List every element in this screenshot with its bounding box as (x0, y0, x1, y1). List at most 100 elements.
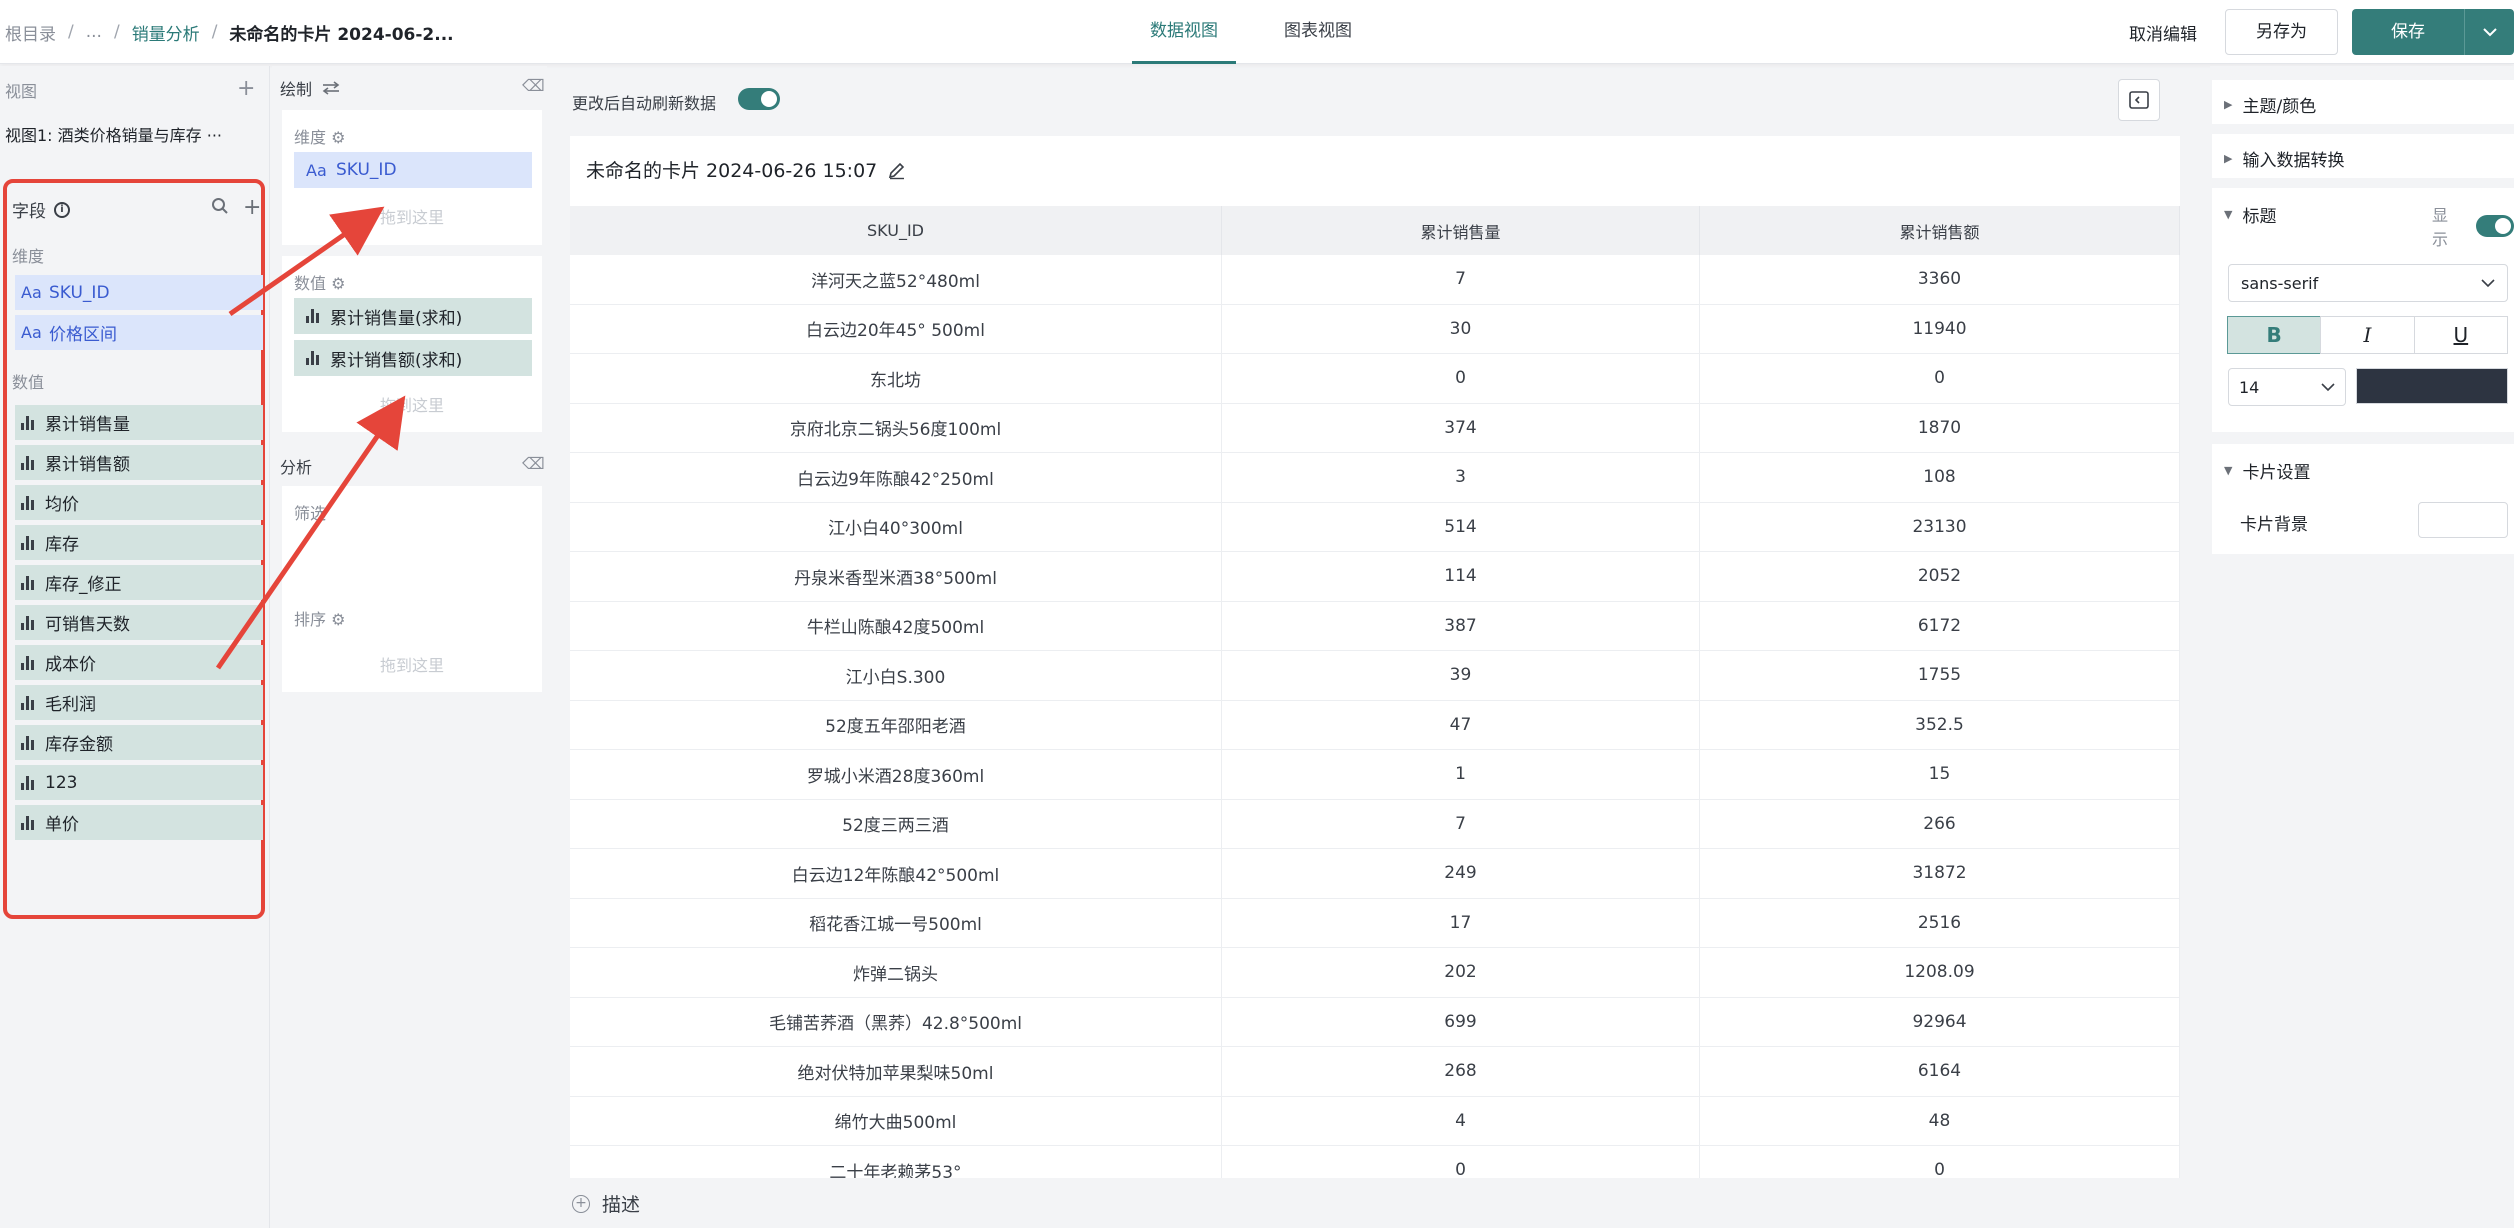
add-view-icon[interactable]: + (237, 78, 255, 100)
data-transform-header[interactable]: ▶ 输入数据转换 (2224, 146, 2344, 171)
field-measure[interactable]: 库存 (15, 525, 263, 560)
table-row[interactable]: 绝对伏特加苹果梨味50ml 268 6164 (570, 1047, 2180, 1097)
dimension-slot-label: 维度 ⚙ (294, 128, 346, 147)
column-header[interactable]: 累计销售额 (1700, 206, 2180, 255)
field-label: 123 (45, 772, 78, 793)
column-header[interactable]: SKU_ID (570, 206, 1222, 255)
add-field-icon[interactable]: + (243, 195, 261, 220)
table-cell: 0 (1222, 1146, 1700, 1178)
table-row[interactable]: 罗城小米酒28度360ml 1 15 (570, 750, 2180, 800)
bold-button[interactable]: B (2227, 316, 2322, 354)
drop-hint: 拖到这里 (379, 656, 444, 675)
table-row[interactable]: 丹泉米香型米酒38°500ml 114 2052 (570, 552, 2180, 602)
tab-data-view[interactable]: 数据视图 (1132, 0, 1236, 64)
underline-button[interactable]: U (2413, 316, 2508, 354)
field-label: 累计销售额 (45, 455, 130, 475)
auto-refresh-label: 更改后自动刷新数据 (572, 94, 717, 113)
field-measure[interactable]: 成本价 (15, 645, 263, 680)
table-row[interactable]: 绵竹大曲500ml 4 48 (570, 1096, 2180, 1146)
show-title-control: 显示 (2432, 202, 2514, 250)
save-button[interactable]: 保存 (2352, 9, 2464, 55)
field-measure[interactable]: 库存金额 (15, 725, 263, 760)
font-family-value: sans-serif (2241, 273, 2319, 293)
card-background-picker[interactable] (2418, 502, 2508, 538)
field-measure[interactable]: 可销售天数 (15, 605, 263, 640)
table-cell: 48 (1700, 1096, 2180, 1145)
table-row[interactable]: 东北坊 0 0 (570, 354, 2180, 404)
font-size-select[interactable]: 14 (2228, 368, 2346, 406)
table-row[interactable]: 二十年老赖茅53° 0 0 (570, 1146, 2180, 1178)
save-dropdown-button[interactable] (2464, 9, 2514, 55)
save-as-button[interactable]: 另存为 (2225, 9, 2338, 55)
card-settings-section: ▼ 卡片设置 卡片背景 (2212, 444, 2514, 554)
field-sku-id[interactable]: Aa SKU_ID (15, 275, 263, 310)
breadcrumb-folder[interactable]: 销量分析 (132, 20, 200, 45)
table-row[interactable]: 江小白40°300ml 514 23130 (570, 502, 2180, 552)
card-settings-header[interactable]: ▼ 卡片设置 (2224, 458, 2310, 483)
bar-chart-icon (21, 615, 35, 630)
sort-slot[interactable]: 排序 ⚙ 拖到这里 (282, 592, 542, 692)
search-icon[interactable] (211, 197, 229, 215)
field-measure[interactable]: 库存_修正 (15, 565, 263, 600)
theme-color-header[interactable]: ▶ 主题/颜色 (2224, 92, 2316, 117)
describe-button[interactable]: + 描述 (572, 1190, 640, 1217)
clear-draw-icon[interactable]: ⌫ (522, 76, 545, 95)
edit-icon[interactable] (887, 160, 907, 180)
title-header[interactable]: ▼ 标题 (2224, 202, 2276, 227)
gear-icon[interactable]: ⚙ (331, 128, 345, 147)
tab-chart-view[interactable]: 图表视图 (1266, 0, 1370, 64)
table-row[interactable]: 牛栏山陈酿42度500ml 387 6172 (570, 601, 2180, 651)
italic-button[interactable]: I (2320, 316, 2415, 354)
table-row[interactable]: 稻花香江城一号500ml 17 2516 (570, 898, 2180, 948)
table-row[interactable]: 白云边9年陈酿42°250ml 3 108 (570, 453, 2180, 503)
table-row[interactable]: 白云边12年陈酿42°500ml 249 31872 (570, 849, 2180, 899)
chip-sku-id[interactable]: Aa SKU_ID (294, 152, 532, 188)
data-card: 未命名的卡片 2024-06-26 15:07 SKU_ID 累计销售量 累计销… (570, 136, 2180, 1178)
title-color-picker[interactable] (2356, 368, 2508, 404)
top-bar: 根目录 / ... / 销量分析 / 未命名的卡片 2024-06-2... 数… (0, 0, 2514, 64)
measure-slot[interactable]: 数值 ⚙ 累计销售量(求和) 累计销售额(求和) 拖到这里 (282, 256, 542, 432)
chevron-down-icon (2481, 278, 2495, 287)
table-row[interactable]: 炸弹二锅头 202 1208.09 (570, 948, 2180, 998)
table-cell: 7 (1222, 799, 1700, 848)
swap-icon[interactable] (322, 81, 340, 95)
field-measure[interactable]: 毛利润 (15, 685, 263, 720)
dimension-slot[interactable]: 维度 ⚙ Aa SKU_ID 拖到这里 (282, 110, 542, 245)
add-circle-icon: + (572, 1194, 590, 1213)
cancel-edit-button[interactable]: 取消编辑 (2129, 20, 2197, 45)
gear-icon[interactable]: ⚙ (331, 610, 345, 629)
collapse-panel-button[interactable] (2118, 79, 2160, 121)
table-cell: 4 (1222, 1096, 1700, 1145)
field-price-range[interactable]: Aa 价格区间 (15, 315, 263, 350)
table-row[interactable]: 52度三两三酒 7 266 (570, 799, 2180, 849)
table-cell: 699 (1222, 997, 1700, 1046)
field-label: 累计销售量 (45, 415, 130, 435)
field-measure[interactable]: 累计销售量 (15, 405, 263, 440)
table-row[interactable]: 洋河天之蓝52°480ml 7 3360 (570, 255, 2180, 305)
breadcrumb-root[interactable]: 根目录 (5, 20, 56, 45)
field-measure[interactable]: 123 (15, 765, 263, 800)
table-row[interactable]: 52度五年邵阳老酒 47 352.5 (570, 700, 2180, 750)
chip-measure[interactable]: 累计销售量(求和) (294, 298, 532, 334)
field-measure[interactable]: 单价 (15, 805, 263, 840)
gear-icon[interactable]: ⚙ (331, 274, 345, 293)
auto-refresh-toggle[interactable] (738, 88, 780, 110)
fields-title-label: 字段 (12, 202, 46, 222)
show-title-toggle[interactable] (2476, 215, 2514, 237)
field-measure[interactable]: 均价 (15, 485, 263, 520)
clear-analysis-icon[interactable]: ⌫ (522, 454, 545, 473)
table-row[interactable]: 白云边20年45° 500ml 30 11940 (570, 304, 2180, 354)
field-measure[interactable]: 累计销售额 (15, 445, 263, 480)
table-cell: 白云边9年陈酿42°250ml (570, 453, 1222, 502)
breadcrumb-ellipsis[interactable]: ... (86, 22, 102, 42)
table-row[interactable]: 毛铺苦荞酒（黑荞）42.8°500ml 699 92964 (570, 997, 2180, 1047)
table-row[interactable]: 京府北京二锅头56度100ml 374 1870 (570, 403, 2180, 453)
chip-measure[interactable]: 累计销售额(求和) (294, 340, 532, 376)
column-header[interactable]: 累计销售量 (1222, 206, 1700, 255)
view-item[interactable]: 视图1: 酒类价格销量与库存 ··· (5, 122, 255, 146)
table-cell: 毛铺苦荞酒（黑荞）42.8°500ml (570, 997, 1222, 1046)
describe-label: 描述 (602, 1194, 641, 1216)
table-row[interactable]: 江小白S.300 39 1755 (570, 651, 2180, 701)
info-icon[interactable]: i (54, 201, 70, 218)
font-family-select[interactable]: sans-serif (2228, 264, 2508, 302)
